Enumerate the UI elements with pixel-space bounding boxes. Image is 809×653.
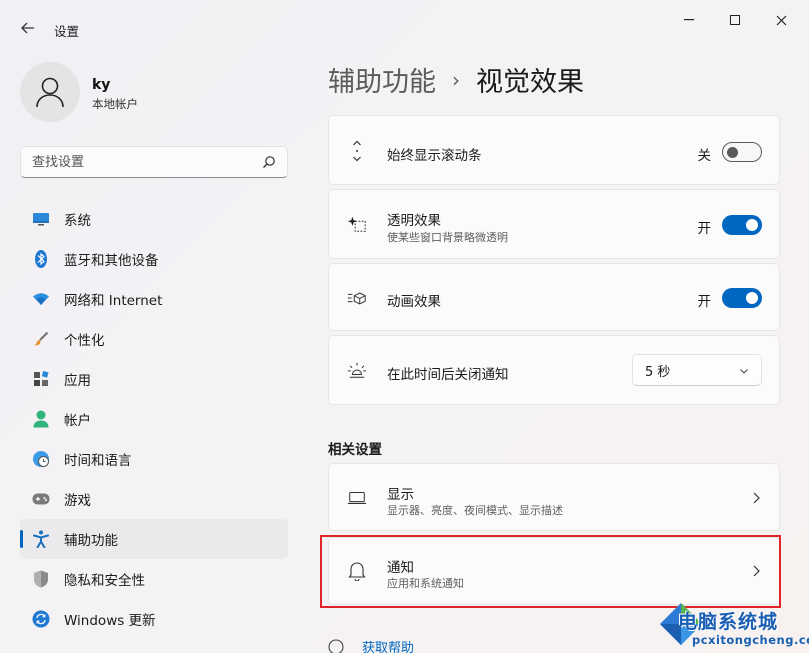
- search-box[interactable]: [20, 146, 288, 178]
- sidebar-item-accessibility[interactable]: 辅助功能: [20, 519, 288, 559]
- setting-subtitle: 使某些窗口背景略微透明: [387, 231, 508, 244]
- gamepad-icon: [32, 490, 50, 508]
- maximize-icon: [730, 15, 740, 25]
- setting-title: 动画效果: [387, 294, 441, 310]
- person-icon: [32, 410, 50, 428]
- user-name: ky: [92, 77, 111, 93]
- close-icon: [776, 15, 786, 25]
- chevron-right-icon: [753, 492, 760, 504]
- update-icon: [32, 610, 50, 628]
- person-icon: [36, 77, 64, 108]
- sidebar-item-label: 应用: [64, 373, 91, 389]
- breadcrumb: 辅助功能 › 视觉效果: [328, 60, 584, 99]
- toggle-state-label: 关: [697, 148, 712, 164]
- sidebar-item-label: 游戏: [64, 493, 91, 509]
- sidebar-item-windows-update[interactable]: Windows 更新: [20, 599, 288, 639]
- sidebar-item-bluetooth[interactable]: 蓝牙和其他设备: [20, 239, 288, 279]
- scroll-arrows-icon: [347, 140, 367, 162]
- sidebar-item-time-language[interactable]: 时间和语言: [20, 439, 288, 479]
- settings-window: 设置 ky 本地帐户 系统 蓝牙和其他设备 网络和 Internet: [0, 0, 809, 653]
- app-title: 设置: [54, 24, 80, 39]
- title-bar: 设置: [0, 0, 809, 44]
- sidebar-nav: 系统 蓝牙和其他设备 网络和 Internet 个性化 应用 帐户 时间和语言: [20, 199, 288, 639]
- sidebar-item-label: 网络和 Internet: [64, 293, 163, 309]
- toggle-state-label: 开: [697, 294, 712, 310]
- section-title-related: 相关设置: [328, 442, 382, 458]
- setting-card-notification-timeout: 在此时间后关闭通知 5 秒: [328, 335, 780, 405]
- monitor-icon: [32, 210, 50, 228]
- get-help-link[interactable]: 获取帮助: [328, 637, 414, 653]
- close-button[interactable]: [758, 6, 804, 34]
- watermark-url: pcxitongcheng.com: [692, 633, 809, 647]
- related-title: 显示: [387, 487, 414, 503]
- breadcrumb-parent[interactable]: 辅助功能: [328, 60, 436, 99]
- search-input[interactable]: [32, 154, 252, 170]
- setting-title: 始终显示滚动条: [387, 148, 482, 164]
- related-card-display[interactable]: 显示 显示器、亮度、夜间模式、显示描述: [328, 463, 780, 531]
- shield-icon: [32, 570, 50, 588]
- maximize-button[interactable]: [712, 6, 758, 34]
- back-button[interactable]: [14, 14, 42, 42]
- transparency-toggle[interactable]: [722, 215, 762, 235]
- notification-timeout-dropdown[interactable]: 5 秒: [632, 354, 762, 386]
- sidebar-item-apps[interactable]: 应用: [20, 359, 288, 399]
- sidebar-item-label: 帐户: [64, 413, 91, 429]
- setting-card-transparency: 透明效果 使某些窗口背景略微透明 开: [328, 189, 780, 259]
- sidebar-item-gaming[interactable]: 游戏: [20, 479, 288, 519]
- sidebar-item-label: 时间和语言: [64, 453, 132, 469]
- brightness-icon: [347, 360, 367, 380]
- setting-title: 在此时间后关闭通知: [387, 367, 509, 383]
- bluetooth-icon: [32, 250, 50, 268]
- sidebar-item-privacy[interactable]: 隐私和安全性: [20, 559, 288, 599]
- sidebar-item-label: 系统: [64, 213, 91, 229]
- related-subtitle: 显示器、亮度、夜间模式、显示描述: [387, 504, 563, 517]
- sidebar-item-label: Windows 更新: [64, 613, 156, 629]
- apps-icon: [32, 370, 50, 388]
- toggle-state-label: 开: [697, 221, 712, 237]
- account-type: 本地帐户: [92, 97, 138, 111]
- setting-card-animation: 动画效果 开: [328, 263, 780, 331]
- sidebar-item-label: 个性化: [64, 333, 105, 349]
- dropdown-value: 5 秒: [645, 364, 671, 380]
- wifi-icon: [32, 290, 50, 308]
- page-title: 视觉效果: [476, 67, 584, 98]
- search-icon[interactable]: [262, 155, 276, 169]
- clock-globe-icon: [32, 450, 50, 468]
- breadcrumb-separator: ›: [452, 67, 460, 92]
- help-label: 获取帮助: [362, 641, 415, 653]
- sidebar-item-network[interactable]: 网络和 Internet: [20, 279, 288, 319]
- brush-icon: [32, 330, 50, 348]
- watermark-text: 电脑系统城: [678, 611, 779, 633]
- sidebar-item-personalization[interactable]: 个性化: [20, 319, 288, 359]
- animation-toggle[interactable]: [722, 288, 762, 308]
- accessibility-icon: [32, 530, 50, 548]
- chevron-down-icon: [740, 369, 748, 374]
- sidebar-item-label: 隐私和安全性: [64, 573, 145, 589]
- laptop-icon: [347, 488, 367, 508]
- avatar[interactable]: [20, 62, 80, 122]
- sidebar-item-system[interactable]: 系统: [20, 199, 288, 239]
- minimize-button[interactable]: [666, 6, 712, 34]
- setting-card-scrollbars: 始终显示滚动条 关: [328, 115, 780, 185]
- animation-icon: [347, 288, 367, 308]
- setting-title: 透明效果: [387, 213, 441, 229]
- help-icon: [328, 638, 344, 653]
- watermark: 电脑系统城 pcxitongcheng.com: [652, 597, 809, 653]
- minimize-icon: [684, 19, 694, 21]
- scrollbars-toggle[interactable]: [722, 142, 762, 162]
- sidebar-item-label: 蓝牙和其他设备: [64, 253, 159, 269]
- sidebar-item-label: 辅助功能: [64, 533, 118, 549]
- sparkle-icon: [347, 214, 367, 234]
- sidebar-item-accounts[interactable]: 帐户: [20, 399, 288, 439]
- arrow-left-icon: [21, 22, 34, 34]
